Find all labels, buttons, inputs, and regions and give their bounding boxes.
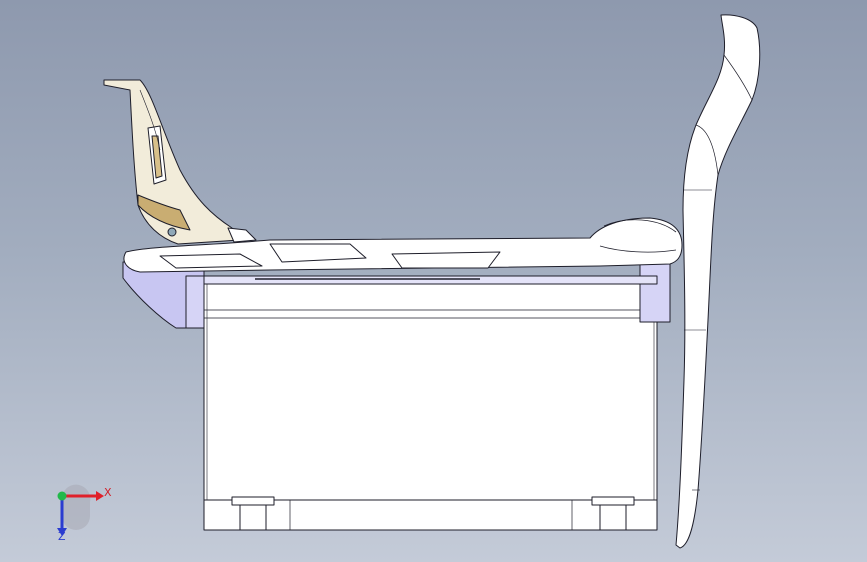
vertical-arm[interactable] [675, 14, 761, 549]
base-plate[interactable] [203, 496, 658, 531]
z-axis-label: Z [58, 530, 66, 543]
left-bracket[interactable] [103, 79, 257, 245]
main-body-box[interactable] [203, 275, 658, 502]
axis-triad: X Z [44, 482, 124, 552]
x-axis-label: X [104, 486, 112, 499]
triad-arrows-icon [57, 484, 104, 536]
cad-model-viewport[interactable] [0, 0, 867, 562]
